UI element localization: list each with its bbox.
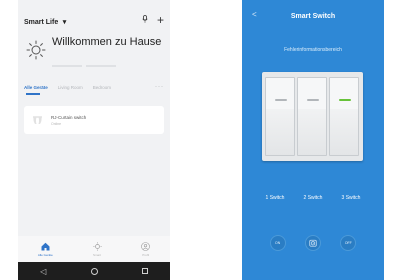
switch-2-rocker[interactable] — [297, 77, 327, 156]
welcome-heading: Willkommen zu Hause — [52, 36, 162, 48]
add-device-button[interactable]: + — [157, 14, 164, 26]
smart-life-screen: Smart Life ▾ + Willkommen zu Hause Alle … — [18, 0, 170, 280]
tab-all-devices[interactable]: Alle Geräte — [24, 85, 48, 90]
app-header: Smart Life ▾ + — [18, 11, 170, 29]
switch-panel — [262, 72, 363, 161]
all-on-button[interactable]: ON — [269, 235, 286, 251]
curtain-icon — [33, 116, 42, 124]
bottom-nav: Alle Geräte Smart Profil — [18, 236, 170, 262]
switch-2-label: 2 Switch — [303, 195, 323, 201]
android-nav-bar: ◁ — [18, 262, 170, 280]
fault-info-area: Fehlerinformationsbereich — [284, 47, 342, 53]
switch-labels: 1 Switch 2 Switch 3 Switch — [242, 195, 384, 201]
nav-home-label: Alle Geräte — [37, 252, 53, 257]
clock-icon — [309, 239, 317, 247]
back-triangle-icon[interactable]: ◁ — [40, 267, 46, 276]
room-tabs: Alle Geräte Living Room Bedroom ··· — [18, 73, 170, 93]
switch-3-rocker[interactable] — [329, 77, 359, 156]
app-title: Smart Life — [24, 19, 59, 26]
app-header: < Smart Switch — [242, 9, 384, 24]
active-tab-indicator — [26, 93, 40, 95]
switch-2-indicator — [307, 99, 319, 101]
sun-icon — [26, 40, 46, 60]
home-circle-icon[interactable] — [90, 267, 98, 275]
sun-outline-icon — [92, 241, 102, 251]
device-name: RJ-Curtain switch — [51, 114, 87, 120]
all-off-button[interactable]: OFF — [340, 235, 357, 251]
home-selector[interactable]: Smart Life ▾ — [24, 11, 66, 29]
tab-living-room[interactable]: Living Room — [58, 85, 83, 90]
welcome-info-placeholder — [52, 65, 170, 73]
profile-icon — [141, 241, 150, 251]
device-card[interactable]: RJ-Curtain switch Online — [24, 106, 164, 134]
switch-1-rocker[interactable] — [265, 77, 295, 156]
page-title: Smart Switch — [290, 13, 336, 20]
microphone-icon[interactable] — [142, 15, 148, 25]
smart-switch-screen: < Smart Switch Fehlerinformationsbereich… — [242, 0, 384, 280]
nav-profile[interactable]: Profil — [141, 241, 150, 257]
nav-smart[interactable]: Smart — [92, 241, 102, 257]
nav-home[interactable]: Alle Geräte — [38, 242, 53, 257]
more-tabs-button[interactable]: ··· — [155, 84, 164, 90]
switch-3-label: 3 Switch — [341, 195, 361, 201]
welcome-section: Willkommen zu Hause — [18, 29, 170, 69]
chevron-down-icon: ▾ — [62, 19, 67, 26]
switch-3-indicator — [339, 99, 351, 101]
back-arrow-icon[interactable]: < — [252, 10, 257, 19]
device-status: Online — [51, 121, 62, 126]
home-icon — [41, 242, 50, 250]
nav-profile-label: Profil — [142, 252, 150, 257]
timer-button[interactable] — [304, 235, 321, 251]
control-bar: ON OFF — [242, 235, 384, 251]
switch-1-label: 1 Switch — [265, 195, 285, 201]
status-bar — [242, 0, 384, 9]
nav-smart-label: Smart — [92, 252, 101, 257]
recents-square-icon[interactable] — [141, 268, 148, 274]
tab-bedroom[interactable]: Bedroom — [93, 85, 111, 90]
status-bar — [18, 0, 170, 11]
switch-1-indicator — [275, 99, 287, 101]
